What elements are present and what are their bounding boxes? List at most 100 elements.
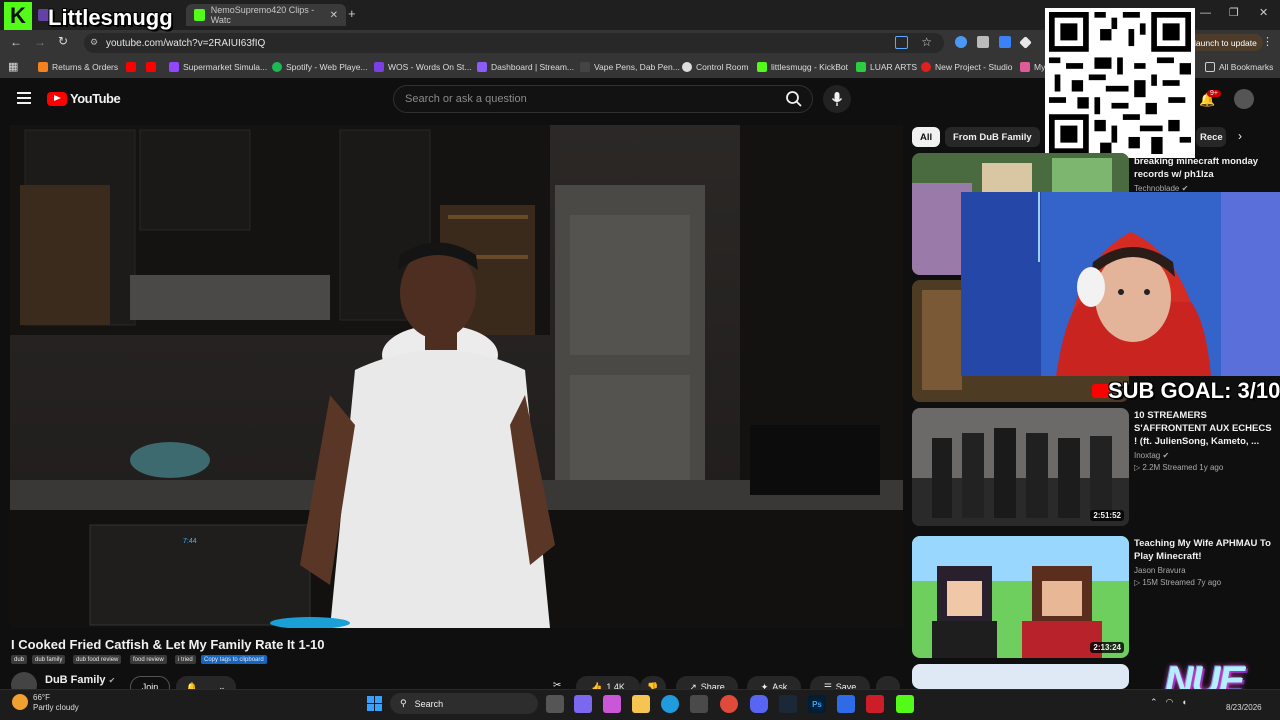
steam-icon[interactable] xyxy=(779,695,797,713)
discord-icon[interactable] xyxy=(750,695,768,713)
bookmark-star-icon[interactable]: ☆ xyxy=(921,35,932,49)
taskbar-search-label: Search xyxy=(414,698,444,709)
extension-icon[interactable] xyxy=(977,36,989,48)
bookmark-vape[interactable]: Vape Pens, Dab Pen... xyxy=(580,60,680,74)
search-input[interactable]: Search or ask a question xyxy=(393,85,813,113)
bookmark-label: littlesmugg - KickBot xyxy=(771,62,848,72)
new-tab-icon[interactable]: + xyxy=(348,6,356,21)
kick-logo-icon: K xyxy=(4,2,32,30)
youtube-icon xyxy=(146,62,156,72)
video-tag[interactable]: i tried xyxy=(175,655,196,664)
s-icon xyxy=(856,62,866,72)
microphone-icon[interactable] xyxy=(823,85,851,113)
weather-icon[interactable] xyxy=(12,694,28,710)
back-arrow-icon[interactable]: ← xyxy=(10,35,22,49)
rec-meta: ▷ 2.2M Streamed 1y ago xyxy=(1134,463,1274,472)
folder-icon xyxy=(1205,62,1215,72)
bookmark-luar-arts[interactable]: LUAR ARTS xyxy=(856,60,917,74)
bookmark-supermarket[interactable]: Supermarket Simula... xyxy=(169,60,267,74)
system-tray[interactable]: ⌃ ◠ ◖ xyxy=(1150,697,1187,708)
kick-favicon-icon xyxy=(194,9,205,21)
orange-square-icon xyxy=(38,62,48,72)
rec-info-3[interactable]: Teaching My Wife APHMAU To Play Minecraf… xyxy=(1134,537,1274,587)
bookmark-label: WOS - Words On St... xyxy=(388,62,472,72)
rec-meta-text: 15M Streamed 7y ago xyxy=(1142,578,1222,587)
tab-close-icon[interactable]: ✕ xyxy=(330,10,338,21)
video-tag[interactable]: dub food review xyxy=(73,655,122,664)
maximize-icon[interactable]: ❐ xyxy=(1229,6,1239,19)
rec-info-1[interactable]: breaking minecraft monday records w/ ph1… xyxy=(1134,155,1274,193)
video-player[interactable] xyxy=(10,125,903,628)
url-bar[interactable]: ⚙ youtube.com/watch?v=2RAIUI63fIQ ☆ xyxy=(84,33,944,53)
all-bookmarks[interactable]: All Bookmarks xyxy=(1205,60,1273,74)
extension-icon[interactable] xyxy=(1019,36,1032,49)
stove-clock-display: 7:44 xyxy=(183,538,197,545)
clock[interactable]: 8/23/2026 xyxy=(1226,693,1262,713)
file-explorer-icon[interactable] xyxy=(632,695,650,713)
bookmark-returns[interactable]: Returns & Orders xyxy=(38,60,118,74)
video-tag[interactable]: dub xyxy=(11,655,28,664)
rec-info-2[interactable]: 10 STREAMERS S'AFFRONTENT AUX ECHECS ! (… xyxy=(1134,409,1274,472)
bookmark-label: New Project - Studio xyxy=(935,62,1013,72)
notification-count-badge: 9+ xyxy=(1207,90,1221,97)
extension-icon[interactable] xyxy=(955,36,967,48)
task-view-icon[interactable] xyxy=(546,695,564,713)
search-icon[interactable] xyxy=(785,90,803,108)
video-tag[interactable]: food review xyxy=(130,655,167,664)
bookmark-my[interactable]: My xyxy=(1020,60,1045,74)
adobe-icon[interactable] xyxy=(866,695,884,713)
minimize-icon[interactable]: — xyxy=(1200,7,1211,19)
edge-icon[interactable] xyxy=(661,695,679,713)
tab-nemosupremo[interactable]: NemoSupremo420 Clips - Watc ✕ xyxy=(186,4,346,26)
reload-icon[interactable]: ↻ xyxy=(58,34,68,48)
purple-w-icon xyxy=(374,62,384,72)
channel-name[interactable]: DuB Family ✔ xyxy=(45,674,115,686)
bookmark-control-room[interactable]: Control Room xyxy=(682,60,748,74)
rec-title: breaking minecraft monday records w/ ph1… xyxy=(1134,156,1259,180)
photoshop-icon[interactable]: Ps xyxy=(808,695,826,713)
store-icon[interactable] xyxy=(690,695,708,713)
youtube-icon xyxy=(126,62,136,72)
bookmark-wos[interactable]: WOS - Words On St... xyxy=(374,60,471,74)
taskbar-search[interactable]: ⚲ Search xyxy=(390,693,538,714)
chip-recent[interactable]: Rece xyxy=(1196,127,1226,147)
browser-menu-icon[interactable]: ⋮ xyxy=(1262,35,1273,48)
hamburger-menu-icon[interactable] xyxy=(17,92,31,104)
video-tag[interactable]: dub family xyxy=(32,655,66,664)
kick-app-icon[interactable] xyxy=(896,695,914,713)
video-duration: 2:51:52 xyxy=(1090,510,1124,521)
bookmark-label: LUAR ARTS xyxy=(870,62,918,72)
update-button[interactable]: launch to update xyxy=(1188,34,1263,51)
chip-from-dub-family[interactable]: From DuB Family xyxy=(945,127,1040,147)
all-bookmarks-label: All Bookmarks xyxy=(1219,62,1274,72)
site-info-icon[interactable]: ⚙ xyxy=(90,37,98,48)
window-close-icon[interactable]: ✕ xyxy=(1259,6,1268,19)
kick-icon xyxy=(757,62,767,72)
windows-start-icon[interactable] xyxy=(367,696,382,711)
bookmark-spotify[interactable]: Spotify - Web Playe... xyxy=(272,60,368,74)
avatar[interactable] xyxy=(1234,89,1254,109)
rec-thumbnail-3[interactable]: 2:51:52 xyxy=(912,408,1129,526)
chips-next-arrow-icon[interactable]: › xyxy=(1238,129,1242,143)
apps-grid-icon[interactable]: ▦ xyxy=(8,60,18,73)
weather-widget[interactable]: 66°F Partly cloudy xyxy=(33,693,79,713)
chrome-icon[interactable] xyxy=(720,695,738,713)
youtube-logo[interactable]: YouTube xyxy=(47,91,121,106)
search-icon: ⚲ xyxy=(400,698,407,708)
bookmark-youtube-2[interactable] xyxy=(146,60,156,74)
bookmark-dashboard[interactable]: Dashboard | Stream... xyxy=(477,60,574,74)
bookmark-label: My xyxy=(1034,62,1046,72)
rec-thumbnail-4[interactable]: 2:13:24 xyxy=(912,536,1129,658)
notepad-icon[interactable] xyxy=(837,695,855,713)
rec-thumbnail-5[interactable] xyxy=(912,664,1129,689)
bookmark-kickbot[interactable]: littlesmugg - KickBot xyxy=(757,60,848,74)
copilot-icon[interactable] xyxy=(603,695,621,713)
cast-icon[interactable] xyxy=(895,36,908,49)
bookmark-studio[interactable]: New Project - Studio xyxy=(921,60,1012,74)
extension-icon[interactable] xyxy=(999,36,1011,48)
chip-all[interactable]: All xyxy=(912,127,941,147)
bookmark-youtube-1[interactable] xyxy=(126,60,136,74)
forward-arrow-icon[interactable]: → xyxy=(34,35,46,49)
teams-icon[interactable] xyxy=(574,695,592,713)
copy-tags-button[interactable]: Copy tags to clipboard xyxy=(201,655,267,664)
